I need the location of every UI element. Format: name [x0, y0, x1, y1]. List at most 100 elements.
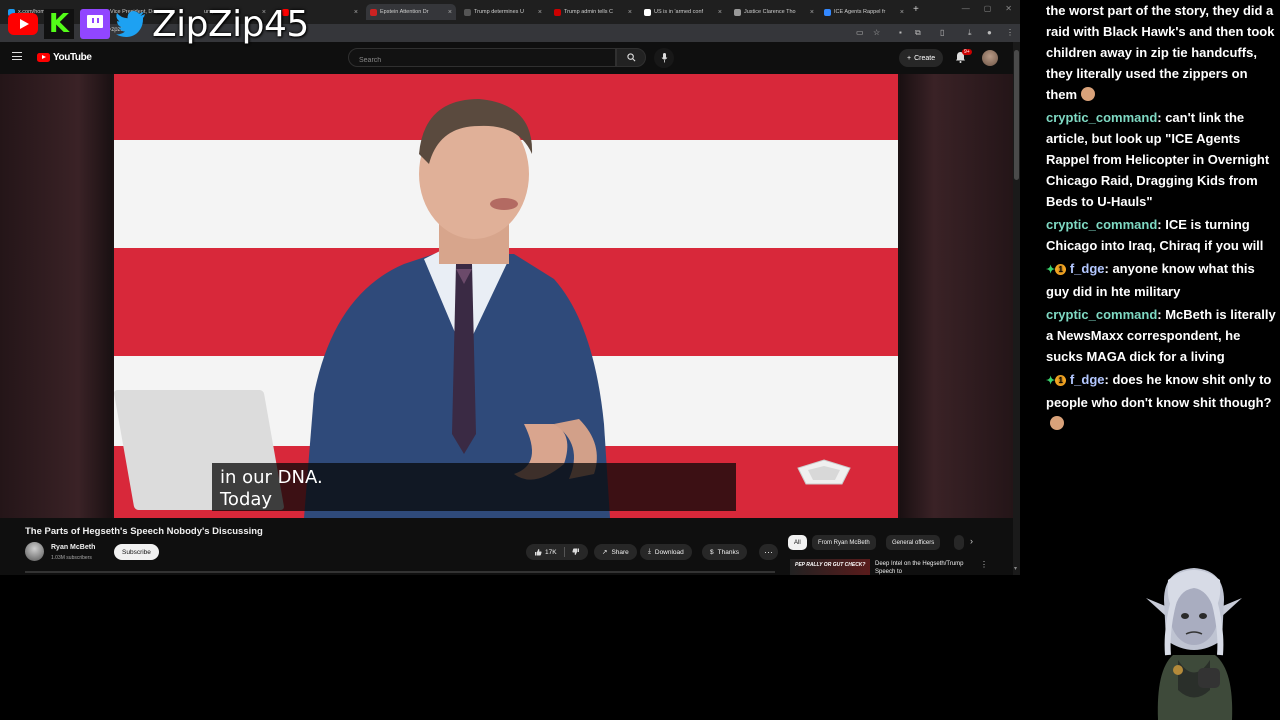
- kick-brand-icon: K: [44, 9, 74, 39]
- window-controls: — ▢ ✕: [962, 4, 1012, 13]
- streamer-avatar-mascot: [1146, 568, 1242, 720]
- caption-box: in our DNA. Today: [212, 463, 736, 511]
- new-tab-icon[interactable]: +: [913, 4, 919, 15]
- recommended-title[interactable]: Deep Intel on the Hegseth/Trump Speech t…: [875, 560, 970, 575]
- close-icon[interactable]: ×: [810, 9, 814, 16]
- browser-tab[interactable]: Justice Clarence Tho ×: [730, 4, 818, 20]
- share-icon: ↗: [602, 549, 608, 556]
- chat-message: cryptic_command: ICE is turning Chicago …: [1046, 214, 1280, 256]
- chat-message: the worst part of the story, they did a …: [1046, 0, 1280, 105]
- player-blur-left: [0, 74, 112, 518]
- thumbnail-text: PEP RALLY OR GUT CHECK?: [795, 562, 866, 568]
- video-title: The Parts of Hegseth's Speech Nobody's D…: [25, 526, 263, 537]
- scrollbar-thumb[interactable]: [1014, 50, 1019, 180]
- search-button[interactable]: [616, 48, 646, 67]
- filter-chip-general-officers[interactable]: General officers: [886, 535, 941, 550]
- avatar[interactable]: [982, 50, 998, 66]
- youtube-logo-text: YouTube: [53, 52, 92, 63]
- chevron-right-icon[interactable]: ›: [970, 536, 973, 546]
- member-badge-icon: 1: [1055, 375, 1067, 386]
- thanks-label: Thanks: [717, 548, 739, 556]
- tab-favicon-icon: [734, 8, 741, 16]
- player-blur-right: [900, 74, 1013, 518]
- like-button[interactable]: 17K: [534, 548, 557, 556]
- tab-label: Epstein Attention Dr: [380, 9, 429, 15]
- microphone-icon: [661, 53, 667, 63]
- pentagon-logo: [797, 459, 851, 485]
- browser-menu-icon[interactable]: ⋮: [1006, 28, 1014, 37]
- speaker-figure: [304, 99, 610, 518]
- like-count: 17K: [545, 548, 557, 556]
- close-icon[interactable]: ×: [900, 9, 904, 16]
- chat-username[interactable]: cryptic_command: [1046, 307, 1157, 322]
- youtube-play-icon: [37, 53, 50, 62]
- download-button[interactable]: ⤓ Download: [640, 544, 692, 560]
- voice-search-button[interactable]: [654, 48, 674, 68]
- create-label: Create: [914, 54, 936, 62]
- profile-icon[interactable]: ●: [987, 28, 992, 37]
- extension-icon[interactable]: ▪: [899, 28, 902, 37]
- super-thanks-icon: $: [710, 548, 714, 556]
- search-input[interactable]: [349, 52, 615, 69]
- video-frame[interactable]: in our DNA. Today: [114, 74, 898, 518]
- browser-tab-active[interactable]: Epstein Attention Dr ×: [366, 4, 456, 20]
- chat-panel: the worst part of the story, they did a …: [1046, 0, 1280, 470]
- chat-username[interactable]: cryptic_command: [1046, 217, 1157, 232]
- subscriber-count: 1.03M subscribers: [51, 555, 92, 561]
- tab-label: ICE Agents Rappel fr: [834, 9, 886, 15]
- hamburger-menu-icon[interactable]: [12, 52, 22, 60]
- tab-label: Justice Clarence Tho: [744, 9, 796, 15]
- close-window-icon[interactable]: ✕: [1005, 4, 1012, 13]
- thinking-emote-icon: [1050, 416, 1064, 430]
- filter-chip-partial[interactable]: [954, 535, 964, 550]
- close-icon[interactable]: ×: [718, 9, 722, 16]
- share-label: Share: [611, 548, 629, 556]
- sidebar-toggle-icon[interactable]: ▯: [940, 28, 944, 37]
- more-actions-button[interactable]: ···: [759, 544, 778, 560]
- download-label: Download: [654, 548, 684, 556]
- chat-username[interactable]: cryptic_command: [1046, 110, 1157, 125]
- download-icon[interactable]: ⤓: [968, 28, 972, 38]
- chat-username[interactable]: f_dge: [1070, 261, 1105, 276]
- create-button[interactable]: + Create: [899, 49, 944, 67]
- youtube-logo[interactable]: YouTube: [37, 52, 92, 63]
- caption-text: in our DNA. Today: [220, 467, 323, 510]
- close-icon[interactable]: ×: [628, 9, 632, 16]
- search-icon: [626, 53, 635, 62]
- youtube-brand-icon: [8, 13, 38, 35]
- browser-tab[interactable]: Trump determines U ×: [460, 4, 546, 20]
- video-player[interactable]: in our DNA. Today: [0, 74, 1013, 518]
- close-icon[interactable]: ×: [538, 9, 542, 16]
- share-button[interactable]: ↗ Share: [594, 544, 637, 560]
- channel-name[interactable]: Ryan McBeth: [51, 544, 95, 551]
- browser-tab[interactable]: Trump admin tells C ×: [550, 4, 636, 20]
- close-icon[interactable]: ×: [354, 9, 358, 16]
- channel-avatar[interactable]: [25, 542, 44, 561]
- tab-favicon-icon: [644, 8, 651, 16]
- thanks-button[interactable]: $ Thanks: [702, 544, 747, 560]
- tab-label: Trump admin tells C: [564, 9, 614, 15]
- extensions-puzzle-icon[interactable]: ⧉: [915, 28, 921, 38]
- bookmark-star-icon[interactable]: ☆: [873, 28, 880, 37]
- chat-username[interactable]: f_dge: [1070, 372, 1105, 387]
- chat-message: cryptic_command: McBeth is literally a N…: [1046, 304, 1280, 367]
- more-vert-icon[interactable]: ⋮: [980, 560, 988, 569]
- browser-tab[interactable]: ICE Agents Rappel fr ×: [820, 4, 908, 20]
- recommended-thumbnail[interactable]: PEP RALLY OR GUT CHECK?: [790, 559, 870, 575]
- thumbs-down-icon[interactable]: [571, 548, 580, 556]
- filter-chip-from-channel[interactable]: From Ryan McBeth: [812, 535, 876, 550]
- scroll-down-icon[interactable]: ▾: [1014, 565, 1017, 572]
- close-icon[interactable]: ×: [448, 9, 452, 16]
- tab-favicon-icon: [824, 8, 831, 16]
- filter-chip-all[interactable]: All: [788, 535, 807, 550]
- browser-tab[interactable]: US is in 'armed conf ×: [640, 4, 726, 20]
- chat-message: cryptic_command: can't link the article,…: [1046, 107, 1280, 212]
- subscribe-button[interactable]: Subscribe: [114, 544, 159, 560]
- scrollbar[interactable]: ▾: [1013, 42, 1020, 575]
- youtube-header: YouTube + Create 9+: [0, 42, 1020, 74]
- chat-text: the worst part of the story, they did a …: [1046, 3, 1275, 102]
- scroll-track: [25, 571, 775, 573]
- minimize-icon[interactable]: —: [962, 4, 970, 13]
- cast-icon[interactable]: ▭: [856, 28, 864, 37]
- maximize-icon[interactable]: ▢: [984, 4, 992, 13]
